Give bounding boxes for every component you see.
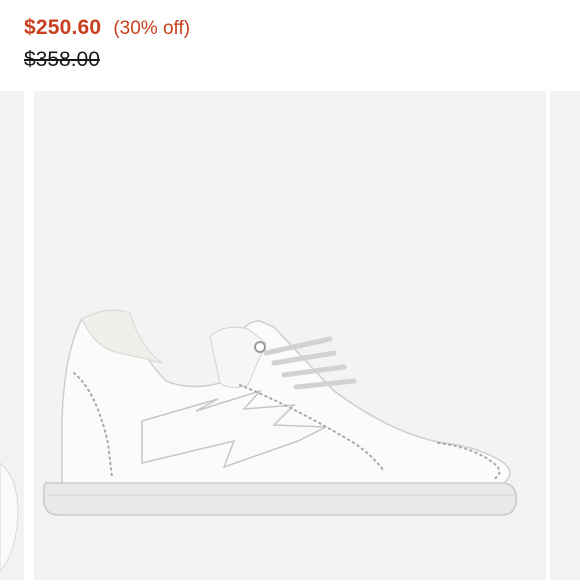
price-row: $250.60 (30% off) [24,16,190,40]
discount-label: (30% off) [113,18,191,39]
image-gallery[interactable] [0,91,580,580]
original-price: $358.00 [24,48,100,71]
previous-image-thumbnail[interactable] [0,91,24,580]
price-block: $250.60 (30% off) $358.00 [24,16,190,72]
product-image[interactable] [34,91,546,580]
sneaker-image [43,309,517,516]
sale-price: $250.60 [24,16,102,39]
next-image-thumbnail[interactable] [550,91,580,580]
